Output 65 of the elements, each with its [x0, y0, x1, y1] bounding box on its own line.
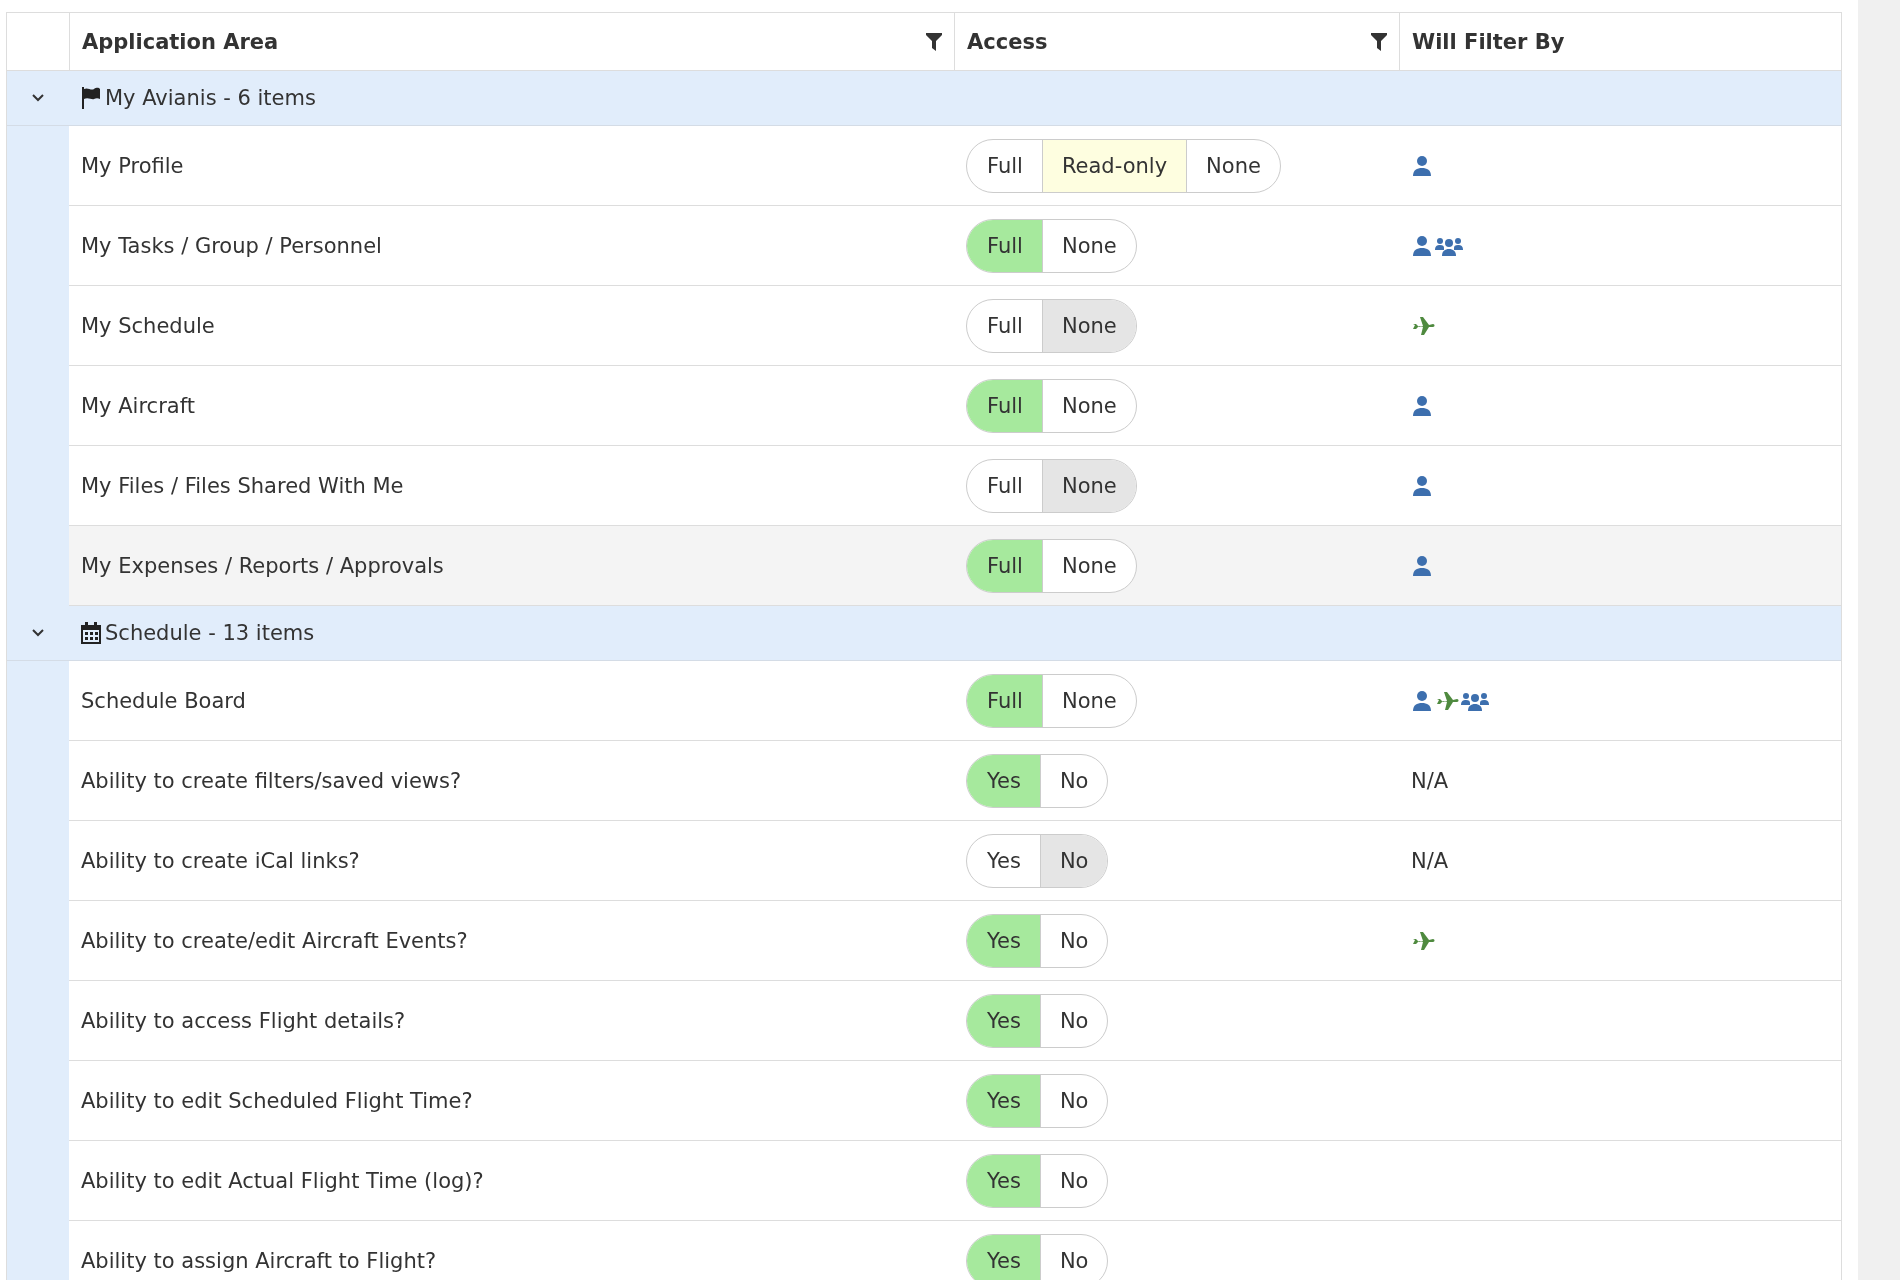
- access-option[interactable]: Full: [967, 139, 1042, 192]
- calendar-icon: [81, 622, 101, 644]
- column-header[interactable]: Application Area: [82, 29, 279, 54]
- access-option[interactable]: Full: [967, 674, 1042, 727]
- permission-name: Ability to create filters/saved views?: [81, 768, 462, 793]
- access-option[interactable]: Read-only: [1041, 139, 1187, 192]
- airplane-icon: [1411, 929, 1435, 952]
- access-option[interactable]: None: [1041, 219, 1136, 272]
- flag-icon: [81, 87, 101, 109]
- airplane-icon: [1411, 314, 1435, 337]
- access-option[interactable]: None: [1041, 459, 1136, 512]
- person-icon: [1411, 154, 1433, 177]
- access-option[interactable]: Full: [967, 539, 1042, 592]
- filter-value: N/A: [1411, 848, 1449, 873]
- permission-name: Ability to assign Aircraft to Flight?: [81, 1248, 437, 1273]
- access-option[interactable]: Yes: [967, 914, 1040, 967]
- permission-name: Schedule Board: [81, 688, 246, 713]
- permission-name: My Tasks / Group / Personnel: [81, 233, 382, 258]
- access-option[interactable]: No: [1039, 834, 1108, 887]
- column-header[interactable]: Will Filter By: [1412, 29, 1565, 54]
- access-option[interactable]: None: [1186, 139, 1280, 192]
- person-icon: [1411, 689, 1433, 712]
- access-option[interactable]: None: [1041, 379, 1136, 432]
- access-option[interactable]: Full: [967, 219, 1042, 272]
- airplane-icon: [1435, 689, 1459, 712]
- permission-name: My Files / Files Shared With Me: [81, 473, 404, 498]
- permission-name: Ability to create iCal links?: [81, 848, 360, 873]
- access-option[interactable]: No: [1039, 994, 1108, 1047]
- filter-value: N/A: [1411, 768, 1449, 793]
- access-option[interactable]: Yes: [967, 1074, 1040, 1127]
- access-option[interactable]: No: [1039, 1074, 1108, 1127]
- access-option[interactable]: Yes: [967, 1234, 1040, 1280]
- column-header[interactable]: Access: [967, 29, 1048, 54]
- person-icon: [1411, 234, 1433, 257]
- permission-name: My Expenses / Reports / Approvals: [81, 553, 444, 578]
- access-option[interactable]: None: [1041, 299, 1136, 352]
- permission-name: Ability to edit Actual Flight Time (log)?: [81, 1168, 484, 1193]
- access-option[interactable]: Full: [967, 299, 1042, 352]
- access-option[interactable]: Full: [967, 459, 1042, 512]
- permission-name: Ability to edit Scheduled Flight Time?: [81, 1088, 473, 1113]
- access-option[interactable]: None: [1041, 539, 1136, 592]
- chevron-icon[interactable]: [31, 628, 45, 638]
- access-option[interactable]: Yes: [967, 994, 1040, 1047]
- person-icon: [1411, 554, 1433, 577]
- access-option[interactable]: Yes: [967, 1154, 1040, 1207]
- access-option[interactable]: No: [1039, 914, 1108, 967]
- permission-name: My Profile: [81, 153, 184, 178]
- group-title: My Avianis - 6 items: [105, 86, 316, 110]
- access-option[interactable]: Yes: [967, 754, 1040, 807]
- filter-icon[interactable]: [1371, 32, 1387, 51]
- access-option[interactable]: No: [1039, 1234, 1108, 1280]
- person-icon: [1411, 474, 1433, 497]
- access-option[interactable]: No: [1039, 1154, 1108, 1207]
- access-option[interactable]: No: [1039, 754, 1108, 807]
- permission-name: My Aircraft: [81, 393, 195, 418]
- chevron-icon[interactable]: [31, 93, 45, 103]
- person-icon: [1411, 394, 1433, 417]
- permission-name: Ability to access Flight details?: [81, 1008, 406, 1033]
- permission-name: My Schedule: [81, 313, 215, 338]
- access-option[interactable]: None: [1041, 674, 1136, 727]
- access-option[interactable]: Yes: [967, 834, 1040, 887]
- access-option[interactable]: Full: [967, 379, 1042, 432]
- filter-icon[interactable]: [926, 32, 942, 51]
- group-title: Schedule - 13 items: [105, 621, 315, 645]
- permission-name: Ability to create/edit Aircraft Events?: [81, 928, 468, 953]
